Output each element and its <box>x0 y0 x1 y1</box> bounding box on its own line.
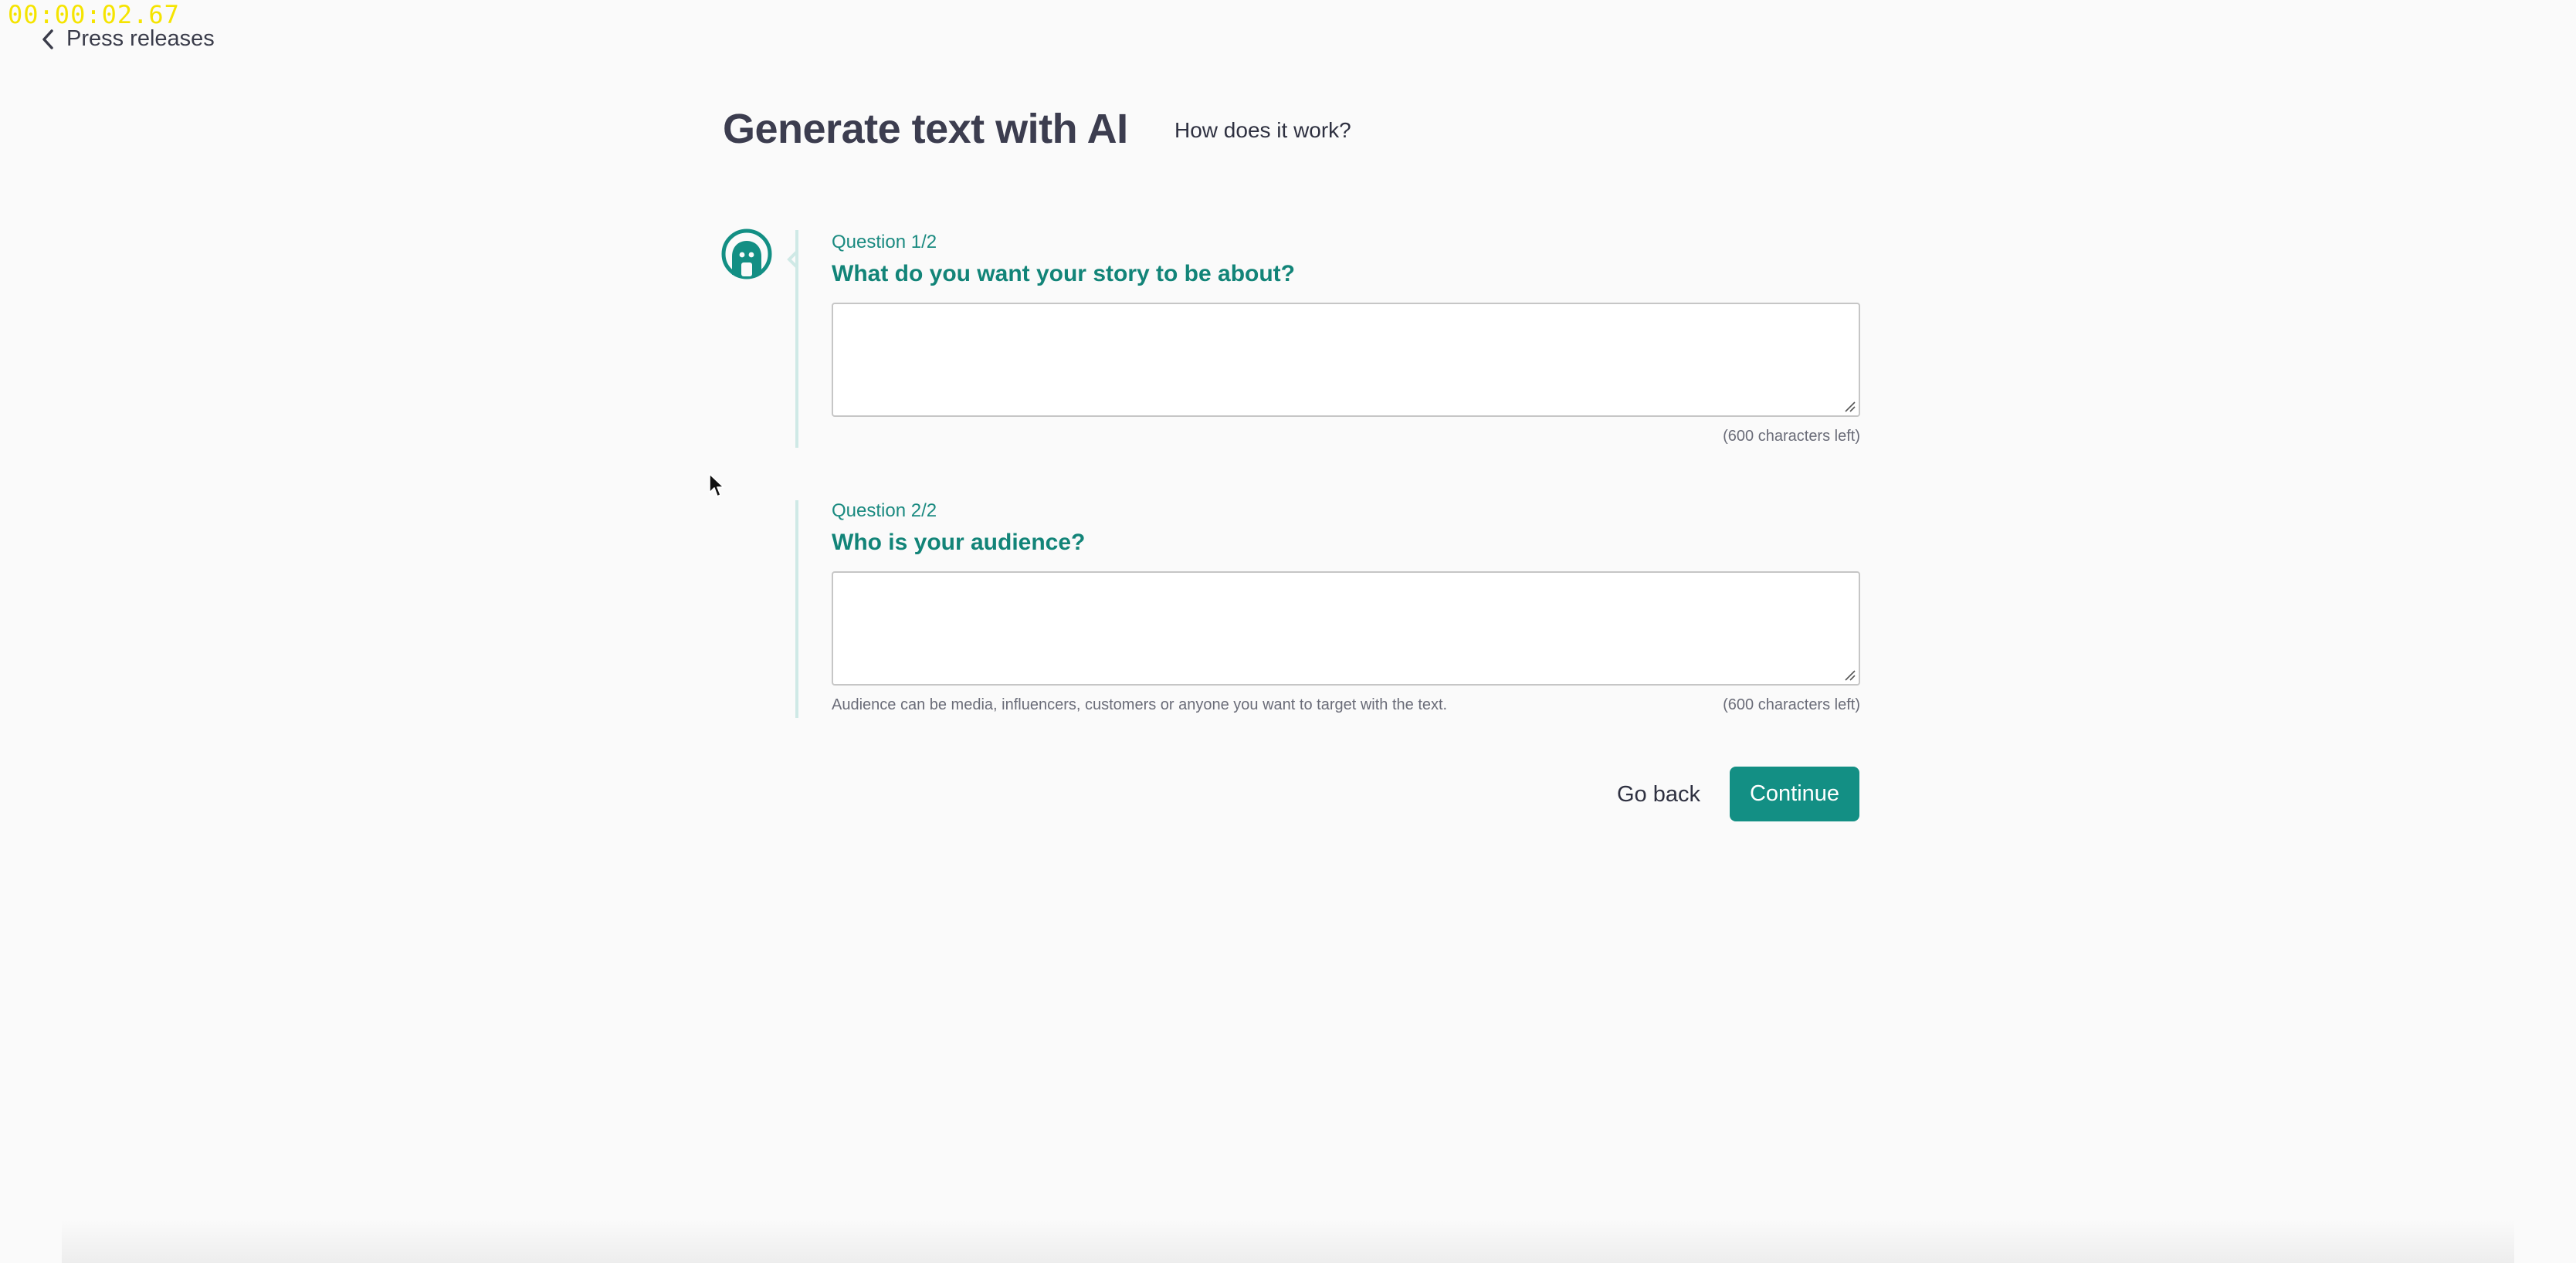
question-2-chars-left: (600 characters left) <box>1723 696 1860 713</box>
resize-grip-icon[interactable] <box>1843 400 1856 412</box>
resize-grip-icon[interactable] <box>1843 669 1856 681</box>
chevron-left-icon <box>42 29 53 49</box>
question-2-label: Question 2/2 <box>832 500 937 521</box>
back-to-press-releases-link[interactable]: Press releases <box>40 26 215 52</box>
question-2-title: Who is your audience? <box>832 530 1086 555</box>
question-2-rail <box>795 500 798 718</box>
question-1-chars-left: (600 characters left) <box>1723 428 1860 445</box>
audience-helper-text: Audience can be media, influencers, cust… <box>832 696 1448 713</box>
page-title: Generate text with AI <box>723 106 1128 152</box>
audience-textarea[interactable] <box>832 571 1860 686</box>
story-topic-textarea[interactable] <box>832 303 1860 417</box>
window-bottom-shadow <box>62 1220 2514 1263</box>
ai-assistant-avatar-icon <box>721 229 772 279</box>
question-1-label: Question 1/2 <box>832 232 937 252</box>
question-1-title: What do you want your story to be about? <box>832 261 1295 286</box>
continue-button[interactable]: Continue <box>1730 767 1859 821</box>
mouse-cursor-icon <box>709 473 724 497</box>
recording-timestamp: 00:00:02.67 <box>8 0 180 29</box>
back-link-label: Press releases <box>66 26 215 51</box>
rail-speech-notch <box>787 236 798 281</box>
how-does-it-work-link[interactable]: How does it work? <box>1174 118 1351 143</box>
go-back-button[interactable]: Go back <box>1606 767 1711 821</box>
